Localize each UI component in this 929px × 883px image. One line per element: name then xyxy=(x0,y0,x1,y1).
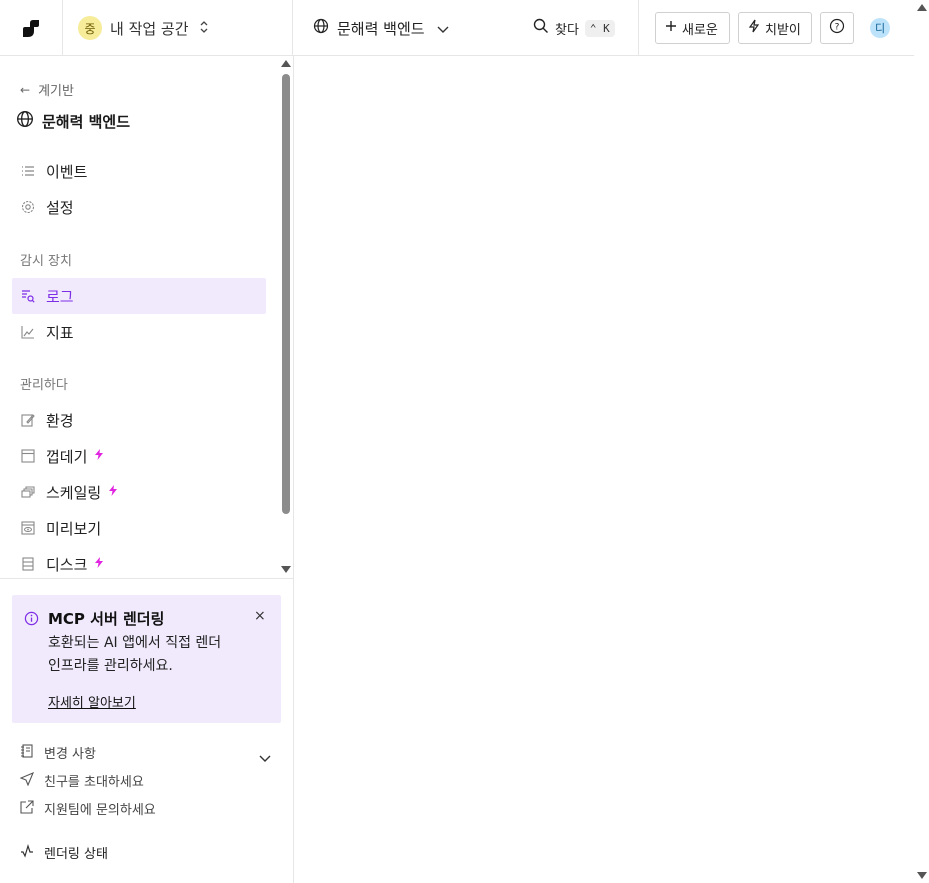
logs-search-icon xyxy=(20,288,36,304)
contact-support-item[interactable]: 지원팀에 문의하세요 xyxy=(20,799,156,818)
info-icon xyxy=(24,611,39,630)
sidebar-item-label: 환경 xyxy=(46,411,74,430)
sidebar-item-events[interactable]: 이벤트 xyxy=(12,153,266,189)
render-status-label: 렌더링 상태 xyxy=(44,847,108,862)
sidebar-item-disk[interactable]: 디스크 xyxy=(12,546,266,578)
render-logo[interactable] xyxy=(20,17,42,39)
sidebar-item-label: 미리보기 xyxy=(46,519,102,538)
terminal-icon xyxy=(20,448,36,464)
list-icon xyxy=(20,163,36,179)
upgrade-button[interactable]: 치받이 xyxy=(738,12,812,44)
close-icon[interactable]: × xyxy=(254,608,266,624)
chevron-down-icon xyxy=(437,19,449,38)
sidebar-nav: ← 계기반 문해력 백엔드 이벤트 설정 감시 장치 로그 지표 관리하다 환경… xyxy=(0,56,278,578)
search-shortcut: ⌃ K xyxy=(584,19,615,37)
pulse-icon xyxy=(20,843,34,862)
search-icon xyxy=(533,18,549,38)
sidebar-item-environment[interactable]: 환경 xyxy=(12,402,266,438)
project-switcher[interactable]: 문해력 백엔드 xyxy=(313,16,449,40)
learn-more-link[interactable]: 자세히 알아보기 xyxy=(48,692,136,711)
invite-label: 친구를 초대하세요 xyxy=(44,775,144,790)
sidebar-item-metrics[interactable]: 지표 xyxy=(12,314,266,350)
chevron-down-icon[interactable] xyxy=(259,748,271,767)
notebook-icon xyxy=(20,743,34,762)
sidebar-item-label: 로그 xyxy=(46,287,74,306)
service-title-label: 문해력 백엔드 xyxy=(42,112,131,131)
search-button[interactable]: 찾다 ⌃ K xyxy=(533,16,615,40)
mcp-notice-card: MCP 서버 렌더링 호환되는 AI 앱에서 직접 렌더 인프라를 관리하세요.… xyxy=(12,595,281,723)
render-status-item[interactable]: 렌더링 상태 xyxy=(20,843,108,862)
plus-icon xyxy=(665,20,677,36)
window-scroll-down-icon[interactable] xyxy=(917,872,927,879)
sidebar: ← 계기반 문해력 백엔드 이벤트 설정 감시 장치 로그 지표 관리하다 환경… xyxy=(0,56,294,883)
back-to-dashboard-link[interactable]: ← 계기반 xyxy=(20,80,74,100)
window-scroll-up-icon[interactable] xyxy=(917,4,927,11)
chevron-up-down-icon xyxy=(199,20,209,37)
line-chart-icon xyxy=(20,324,36,340)
arrow-left-icon: ← xyxy=(20,82,31,97)
premium-bolt-icon xyxy=(95,557,104,571)
notice-body: 호환되는 AI 앱에서 직접 렌더 인프라를 관리하세요. xyxy=(48,635,222,674)
sidebar-scroll-thumb[interactable] xyxy=(282,74,290,514)
help-icon: ? xyxy=(829,18,845,38)
sidebar-item-label: 스케일링 xyxy=(46,483,102,502)
workspace-switcher[interactable]: 중 내 작업 공간 xyxy=(62,0,293,56)
invite-friends-item[interactable]: 친구를 초대하세요 xyxy=(19,771,144,790)
premium-bolt-icon xyxy=(95,449,104,463)
premium-bolt-icon xyxy=(109,485,118,499)
globe-icon xyxy=(313,18,329,38)
new-button[interactable]: 새로운 xyxy=(655,12,730,44)
top-bar: 중 내 작업 공간 문해력 백엔드 찾다 ⌃ K 새로운 치받이 ? 디 xyxy=(0,0,914,56)
scroll-down-arrow-icon[interactable] xyxy=(281,566,291,573)
service-title: 문해력 백엔드 xyxy=(16,110,130,132)
bolt-icon xyxy=(748,19,760,37)
sidebar-item-settings[interactable]: 설정 xyxy=(12,189,266,225)
scroll-up-arrow-icon[interactable] xyxy=(281,60,291,67)
sidebar-item-label: 디스크 xyxy=(46,555,88,574)
main-content xyxy=(295,57,914,883)
workspace-avatar: 중 xyxy=(78,16,102,40)
window-scrollbar[interactable] xyxy=(914,0,929,883)
sidebar-item-preview[interactable]: 미리보기 xyxy=(12,510,266,546)
layers-icon xyxy=(20,484,36,500)
upgrade-button-label: 치받이 xyxy=(765,22,801,38)
user-avatar[interactable]: 디 xyxy=(870,18,890,38)
topbar-divider xyxy=(638,0,639,56)
sidebar-divider xyxy=(0,578,294,579)
workspace-name: 내 작업 공간 xyxy=(110,19,189,38)
new-button-label: 새로운 xyxy=(682,22,718,38)
sidebar-item-label: 설정 xyxy=(46,198,74,217)
sidebar-item-shell[interactable]: 껍데기 xyxy=(12,438,266,474)
preview-icon xyxy=(20,520,36,536)
section-manage-label: 관리하다 xyxy=(20,378,68,393)
send-icon xyxy=(19,771,35,790)
back-label: 계기반 xyxy=(38,84,74,99)
disk-icon xyxy=(20,556,36,572)
gear-icon xyxy=(20,199,36,215)
support-label: 지원팀에 문의하세요 xyxy=(44,803,156,818)
sidebar-item-scaling[interactable]: 스케일링 xyxy=(12,474,266,510)
external-link-icon xyxy=(20,799,34,818)
sidebar-item-logs[interactable]: 로그 xyxy=(12,278,266,314)
sidebar-item-label: 껍데기 xyxy=(46,447,88,466)
svg-text:?: ? xyxy=(835,23,840,33)
project-name: 문해력 백엔드 xyxy=(337,19,425,38)
help-button[interactable]: ? xyxy=(820,12,854,44)
changelog-label: 변경 사항 xyxy=(44,747,96,762)
edit-icon xyxy=(20,412,36,428)
notice-title: MCP 서버 렌더링 xyxy=(48,610,165,628)
search-label: 찾다 xyxy=(555,22,579,38)
sidebar-item-label: 지표 xyxy=(46,323,74,342)
sidebar-item-label: 이벤트 xyxy=(46,162,88,181)
section-monitor-label: 감시 장치 xyxy=(20,254,72,269)
changelog-item[interactable]: 변경 사항 xyxy=(20,743,96,762)
globe-icon xyxy=(16,110,34,132)
